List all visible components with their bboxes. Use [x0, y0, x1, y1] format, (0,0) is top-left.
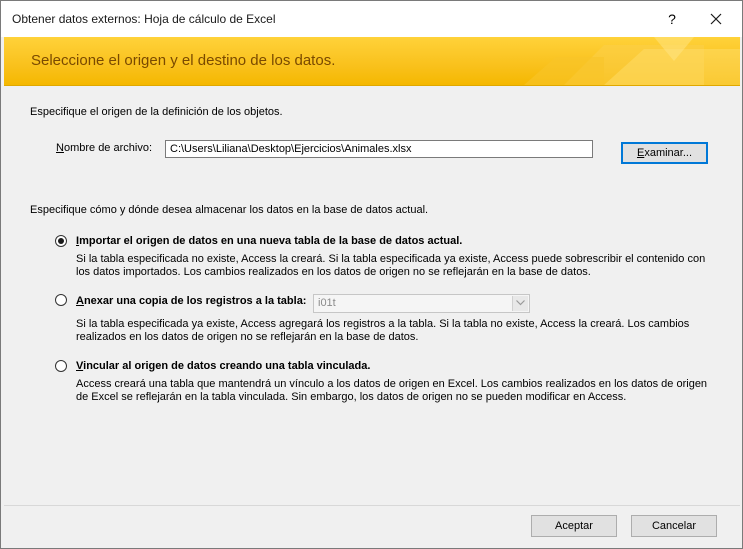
- destination-instruction: Especifique cómo y dónde desea almacenar…: [30, 204, 429, 216]
- help-button[interactable]: ?: [661, 7, 683, 31]
- append-option-accesskey: A: [76, 295, 84, 307]
- file-name-input[interactable]: [165, 140, 593, 158]
- append-option-title-text: nexar una copia de los registros a la ta…: [83, 295, 307, 307]
- link-option-title-text: incular al origen de datos creando una t…: [83, 360, 371, 372]
- chevron-down-icon: [512, 296, 528, 311]
- append-option-description: Si la tabla especificada ya existe, Acce…: [76, 318, 690, 343]
- title-bar: Obtener datos externos: Hoja de cálculo …: [1, 1, 742, 37]
- import-radio[interactable]: [55, 235, 67, 247]
- wizard-banner: Seleccione el origen y el destino de los…: [4, 37, 740, 86]
- dialog-title: Obtener datos externos: Hoja de cálculo …: [12, 12, 276, 26]
- append-radio[interactable]: [55, 294, 67, 306]
- source-instruction: Especifique el origen de la definición d…: [30, 106, 283, 118]
- footer-divider: [4, 505, 740, 506]
- append-table-select[interactable]: i01t: [313, 294, 530, 313]
- link-option-description: Access creará una tabla que mantendrá un…: [76, 378, 708, 403]
- browse-button[interactable]: Examinar...: [621, 142, 708, 164]
- append-table-value: i01t: [318, 297, 336, 309]
- link-radio[interactable]: [55, 360, 67, 372]
- close-button[interactable]: [704, 7, 728, 31]
- import-option-title[interactable]: Importar el origen de datos en una nueva…: [76, 235, 462, 247]
- close-icon: [710, 13, 722, 25]
- banner-heading: Seleccione el origen y el destino de los…: [31, 52, 336, 69]
- file-name-label-accesskey: N: [56, 142, 64, 154]
- accept-button[interactable]: Aceptar: [531, 515, 617, 537]
- cancel-button[interactable]: Cancelar: [631, 515, 717, 537]
- file-name-label: Nombre de archivo:: [56, 142, 152, 154]
- import-option-title-text: mportar el origen de datos en una nueva …: [79, 235, 463, 247]
- import-excel-dialog: Obtener datos externos: Hoja de cálculo …: [0, 0, 743, 549]
- file-name-label-text: ombre de archivo:: [63, 142, 152, 154]
- browse-button-text: xaminar...: [644, 147, 693, 159]
- import-option-description: Si la tabla especificada no existe, Acce…: [76, 253, 706, 278]
- append-option-title[interactable]: Anexar una copia de los registros a la t…: [76, 295, 306, 307]
- link-option-title[interactable]: Vincular al origen de datos creando una …: [76, 360, 370, 372]
